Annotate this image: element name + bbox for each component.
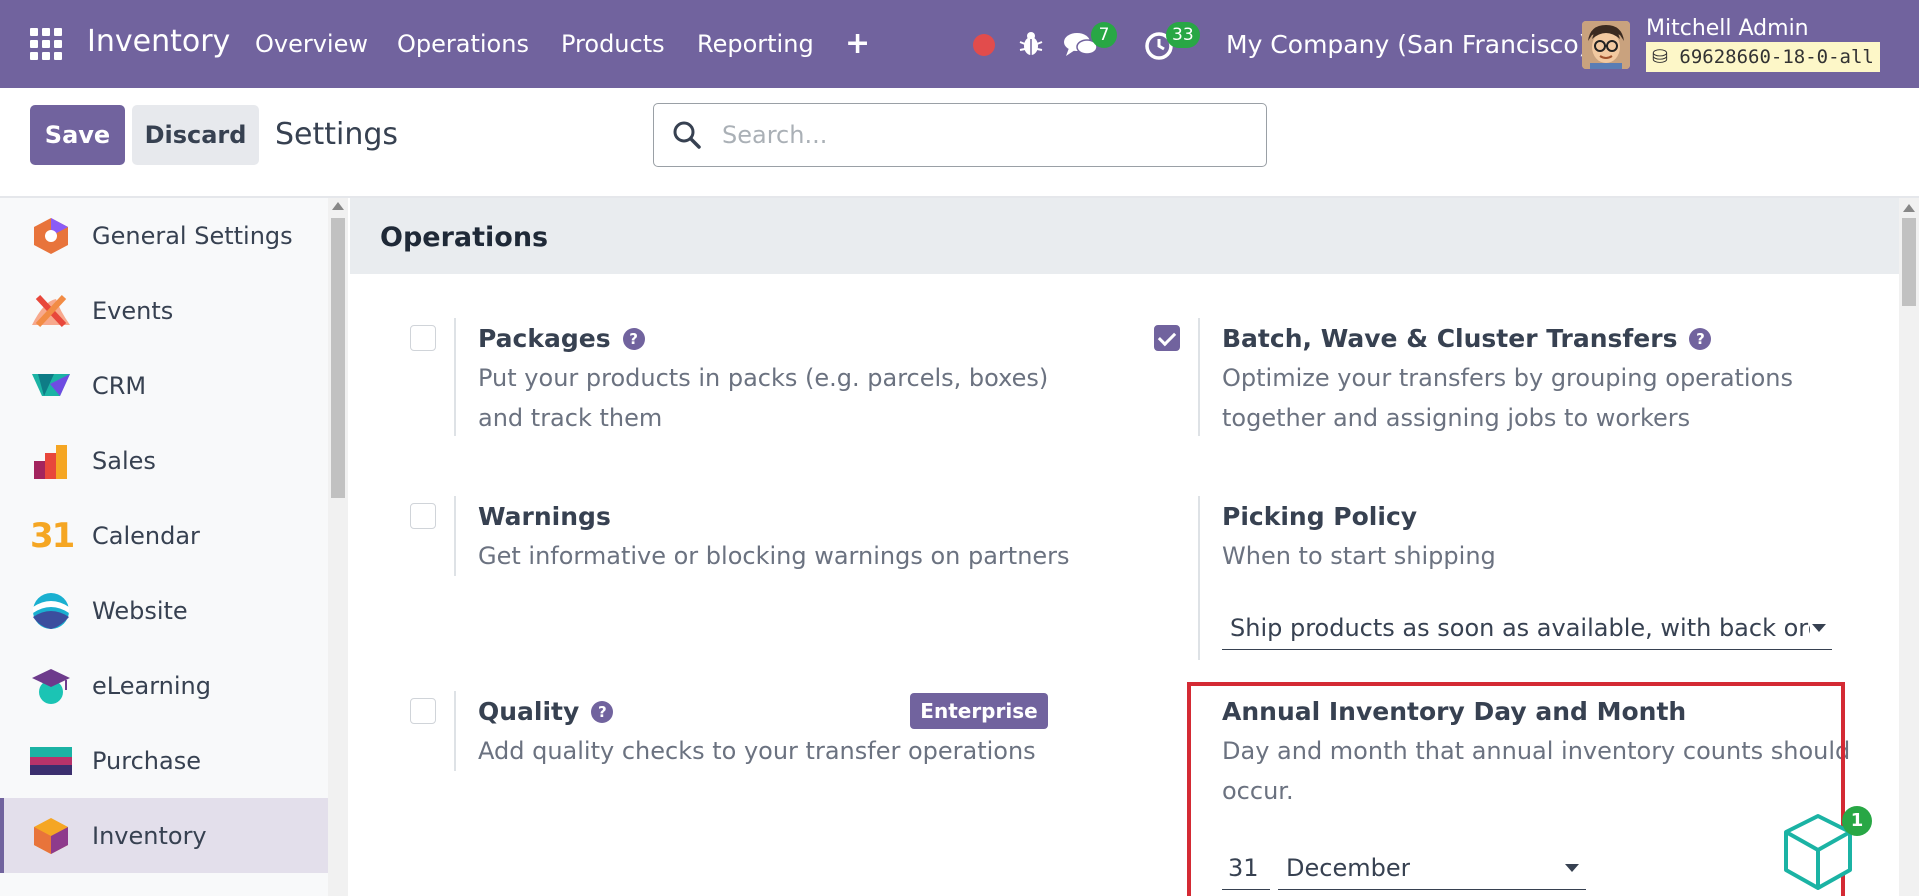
search-box[interactable] — [653, 103, 1267, 167]
help-icon[interactable]: ? — [622, 328, 645, 350]
help-icon[interactable]: ? — [591, 701, 614, 723]
quality-description: Add quality checks to your transfer oper… — [478, 737, 1036, 765]
sidebar-item-calendar[interactable]: 31 Calendar — [0, 498, 328, 573]
onboarding-badge: 1 — [1842, 806, 1872, 836]
sidebar-scrollbar[interactable] — [328, 198, 348, 896]
scrollbar-thumb[interactable] — [331, 218, 345, 498]
user-avatar[interactable] — [1582, 21, 1630, 69]
highlight-box — [1187, 682, 1845, 896]
general-settings-icon — [34, 218, 68, 254]
purchase-icon — [30, 747, 72, 775]
top-navbar: Inventory Overview Operations Products R… — [0, 0, 1919, 88]
sidebar-item-purchase[interactable]: Purchase — [0, 723, 328, 798]
messages-badge: 7 — [1091, 22, 1117, 48]
company-switcher[interactable]: My Company (San Francisco) — [1226, 30, 1588, 59]
quality-title-text: Quality — [478, 697, 580, 726]
sidebar-item-general-settings[interactable]: General Settings — [0, 198, 328, 273]
discard-button[interactable]: Discard — [132, 105, 259, 165]
bug-icon[interactable] — [1017, 30, 1045, 58]
sidebar-item-website[interactable]: Website — [0, 573, 328, 648]
batch-transfers-title-text: Batch, Wave & Cluster Transfers — [1222, 324, 1678, 353]
setting-divider — [454, 318, 456, 436]
quality-title: Quality? — [478, 697, 614, 726]
packages-title-text: Packages — [478, 324, 611, 353]
database-icon: ⛁ — [1652, 46, 1668, 68]
record-icon[interactable] — [973, 34, 995, 56]
page-title: Settings — [275, 117, 399, 152]
batch-transfers-checkbox[interactable] — [1154, 325, 1180, 351]
sidebar-item-events[interactable]: Events — [0, 273, 328, 348]
nav-products[interactable]: Products — [561, 30, 665, 58]
nav-operations[interactable]: Operations — [397, 30, 529, 58]
warnings-description: Get informative or blocking warnings on … — [478, 542, 1070, 570]
events-icon — [32, 294, 70, 328]
setting-divider — [1198, 496, 1200, 660]
picking-policy-value: Ship products as soon as available, with… — [1230, 614, 1810, 642]
scrollbar-thumb[interactable] — [1902, 218, 1916, 306]
sidebar-item-label: Purchase — [92, 747, 201, 775]
inventory-icon — [34, 818, 68, 854]
nav-overview[interactable]: Overview — [255, 30, 368, 58]
picking-policy-select[interactable]: Ship products as soon as available, with… — [1222, 608, 1832, 650]
user-name[interactable]: Mitchell Admin — [1646, 16, 1809, 41]
database-tag: ⛁ 69628660-18-0-all — [1646, 42, 1880, 72]
sidebar-item-inventory[interactable]: Inventory — [0, 798, 328, 873]
crm-icon — [32, 374, 70, 396]
website-icon — [33, 593, 69, 629]
sidebar-item-elearning[interactable]: eLearning — [0, 648, 328, 723]
search-input[interactable] — [722, 118, 1242, 152]
settings-sidebar: General Settings Events CRM Sales 31 Cal… — [0, 198, 328, 896]
picking-policy-description: When to start shipping — [1222, 542, 1496, 570]
search-icon — [673, 121, 701, 149]
plus-icon[interactable]: + — [845, 26, 870, 61]
save-button[interactable]: Save — [30, 105, 125, 165]
sidebar-item-label: Sales — [92, 447, 156, 475]
sidebar-item-label: Events — [92, 297, 174, 325]
sidebar-item-sales[interactable]: Sales — [0, 423, 328, 498]
batch-transfers-description: Optimize your transfers by grouping oper… — [1222, 364, 1793, 432]
picking-policy-title: Picking Policy — [1222, 502, 1418, 531]
packages-description: Put your products in packs (e.g. parcels… — [478, 364, 1049, 432]
database-name: 69628660-18-0-all — [1679, 46, 1874, 68]
chevron-down-icon — [1812, 624, 1826, 632]
batch-transfers-title: Batch, Wave & Cluster Transfers? — [1222, 324, 1712, 353]
packages-title: Packages? — [478, 324, 645, 353]
sidebar-item-label: Website — [92, 597, 188, 625]
setting-divider — [1198, 318, 1200, 436]
calendar-icon: 31 — [30, 516, 75, 556]
help-icon[interactable]: ? — [1689, 328, 1712, 350]
warnings-title: Warnings — [478, 502, 611, 531]
app-brand[interactable]: Inventory — [87, 24, 230, 59]
sales-icon — [34, 445, 67, 479]
enterprise-badge[interactable]: Enterprise — [910, 693, 1048, 729]
packages-checkbox[interactable] — [410, 325, 436, 351]
sidebar-item-label: Calendar — [92, 522, 200, 550]
elearning-icon — [32, 669, 70, 704]
scroll-up-arrow-icon[interactable] — [332, 202, 344, 210]
section-header: Operations — [350, 198, 1899, 274]
sidebar-item-label: Inventory — [92, 822, 207, 850]
apps-menu-icon[interactable] — [30, 28, 62, 60]
quality-checkbox[interactable] — [410, 698, 436, 724]
setting-divider — [454, 496, 456, 576]
content-scrollbar[interactable] — [1899, 198, 1919, 896]
nav-reporting[interactable]: Reporting — [697, 30, 814, 58]
scroll-up-arrow-icon[interactable] — [1903, 204, 1915, 212]
sidebar-item-label: General Settings — [92, 222, 293, 250]
section-title: Operations — [380, 222, 549, 253]
sidebar-item-label: eLearning — [92, 672, 211, 700]
setting-divider — [454, 691, 456, 771]
sidebar-item-crm[interactable]: CRM — [0, 348, 328, 423]
activities-badge: 33 — [1166, 22, 1200, 48]
sidebar-item-label: CRM — [92, 372, 147, 400]
warnings-checkbox[interactable] — [410, 503, 436, 529]
